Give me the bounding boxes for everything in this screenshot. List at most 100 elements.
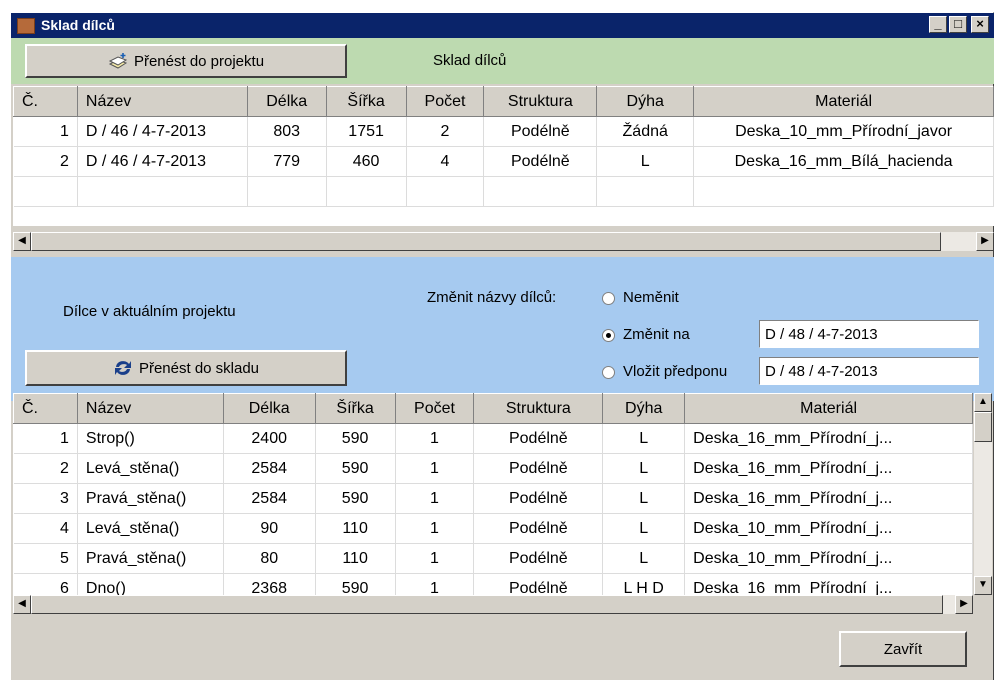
option-no-change-label[interactable]: Neměnit	[623, 289, 679, 306]
col-header-veneer[interactable]: Dýha	[602, 393, 686, 424]
cell: L	[596, 146, 695, 177]
scroll-right-icon[interactable]: ▶	[976, 232, 994, 251]
cell: Deska_16_mm_Přírodní_j...	[684, 453, 973, 484]
table-row[interactable]: 1 D / 46 / 4-7-2013 803 1751 2 Podélně Ž…	[13, 116, 994, 147]
cell: 1	[395, 483, 475, 514]
table-row[interactable]: 3 Pravá_stěna() 2584 590 1 Podélně L Des…	[13, 483, 973, 514]
col-header-name[interactable]: Název	[76, 393, 224, 424]
scroll-left-icon[interactable]: ◀	[13, 232, 31, 251]
cell: 2584	[223, 453, 316, 484]
scroll-thumb[interactable]	[31, 595, 943, 614]
cell: 4	[406, 146, 485, 177]
col-header-number[interactable]: Č.	[13, 393, 78, 424]
option-insert-prefix-label[interactable]: Vložit předponu	[623, 363, 727, 380]
col-header-structure[interactable]: Struktura	[473, 393, 604, 424]
parts-storage-window: Sklad dílců _ □ × Přenést do projektu Sk…	[10, 12, 994, 680]
col-header-width[interactable]: Šířka	[325, 86, 407, 117]
cell: 80	[223, 543, 316, 574]
option-change-to-label[interactable]: Změnit na	[623, 326, 690, 343]
radio-change-to[interactable]	[602, 329, 615, 342]
scroll-down-icon[interactable]: ▼	[974, 576, 992, 595]
maximize-button[interactable]: □	[949, 16, 967, 33]
transfer-arrows-icon	[114, 361, 131, 375]
cell: 803	[247, 116, 327, 147]
col-header-width[interactable]: Šířka	[314, 393, 396, 424]
cell: 1	[395, 513, 475, 544]
cell: 2	[13, 146, 78, 177]
papers-icon	[108, 53, 128, 69]
cell: Deska_10_mm_Přírodní_j...	[684, 543, 973, 574]
cell: Podélně	[473, 483, 604, 514]
horizontal-scrollbar[interactable]: ◀ ▶	[13, 232, 994, 251]
minimize-button[interactable]: _	[929, 16, 947, 33]
transfer-to-project-button[interactable]: Přenést do projektu	[25, 44, 347, 78]
cell: Podélně	[483, 116, 598, 147]
col-header-length[interactable]: Délka	[246, 86, 327, 117]
table-row-empty	[13, 176, 994, 207]
col-header-material[interactable]: Materiál	[684, 393, 973, 424]
table-row[interactable]: 6 Dno() 2368 590 1 Podélně L H D Deska_1…	[13, 573, 973, 595]
col-header-count[interactable]: Počet	[405, 86, 485, 117]
cell: 590	[315, 483, 396, 514]
cell: Podélně	[473, 423, 604, 454]
project-panel: Dílce v aktuálním projektu Změnit názvy …	[11, 257, 994, 401]
cell: 590	[315, 423, 396, 454]
table-row[interactable]: 2 D / 46 / 4-7-2013 779 460 4 Podélně L …	[13, 146, 994, 177]
table-row[interactable]: 4 Levá_stěna() 90 110 1 Podélně L Deska_…	[13, 513, 973, 544]
cell: 1	[395, 423, 475, 454]
radio-no-change[interactable]	[602, 292, 615, 305]
cell: 1	[13, 116, 78, 147]
close-window-button[interactable]: ×	[971, 16, 989, 33]
cell: 110	[315, 543, 396, 574]
close-button-label: Zavřít	[883, 640, 923, 658]
window-title: Sklad dílců	[41, 17, 115, 33]
cell: 2368	[223, 573, 316, 595]
cell: 110	[315, 513, 396, 544]
col-header-count[interactable]: Počet	[394, 393, 475, 424]
scroll-thumb[interactable]	[31, 232, 941, 251]
cell: Dno()	[77, 573, 224, 595]
rename-input[interactable]	[759, 320, 979, 348]
cell: 1	[395, 543, 475, 574]
cell: Deska_16_mm_Bílá_hacienda	[693, 146, 994, 177]
table-row[interactable]: 2 Levá_stěna() 2584 590 1 Podélně L Desk…	[13, 453, 973, 484]
storage-header: Přenést do projektu Sklad dílců	[11, 38, 994, 84]
cell: Pravá_stěna()	[77, 543, 224, 574]
table-header-row: Č. Název Délka Šířka Počet Struktura Dýh…	[13, 393, 973, 424]
cell: L H D	[602, 573, 686, 595]
horizontal-scrollbar[interactable]: ◀ ▶	[13, 595, 973, 614]
project-parts-table[interactable]: Č. Název Délka Šířka Počet Struktura Dýh…	[13, 393, 973, 595]
scroll-right-icon[interactable]: ▶	[955, 595, 973, 614]
app-icon	[17, 18, 35, 34]
cell: 3	[13, 483, 78, 514]
cell: L	[602, 453, 686, 484]
cell: Levá_stěna()	[77, 453, 224, 484]
cell: Podélně	[473, 573, 604, 595]
vertical-scrollbar[interactable]: ▲ ▼	[974, 393, 992, 595]
cell: Strop()	[77, 423, 224, 454]
table-header-row: Č. Název Délka Šířka Počet Struktura Dýh…	[13, 86, 994, 117]
storage-parts-table[interactable]: Č. Název Délka Šířka Počet Struktura Dýh…	[13, 86, 994, 226]
close-button[interactable]: Zavřít	[839, 631, 967, 667]
col-header-number[interactable]: Č.	[13, 86, 78, 117]
table-row[interactable]: 1 Strop() 2400 590 1 Podélně L Deska_16_…	[13, 423, 973, 454]
cell: 590	[315, 453, 396, 484]
col-header-veneer[interactable]: Dýha	[596, 86, 695, 117]
radio-insert-prefix[interactable]	[602, 366, 615, 379]
col-header-structure[interactable]: Struktura	[483, 86, 598, 117]
cell: 4	[13, 513, 78, 544]
transfer-to-storage-button[interactable]: Přenést do skladu	[25, 350, 347, 386]
prefix-input[interactable]	[759, 357, 979, 385]
scroll-up-icon[interactable]: ▲	[974, 393, 992, 412]
col-header-name[interactable]: Název	[76, 86, 248, 117]
col-header-material[interactable]: Materiál	[693, 86, 994, 117]
cell: L	[602, 543, 686, 574]
cell: 1751	[326, 116, 407, 147]
scroll-thumb[interactable]	[974, 412, 992, 442]
scroll-left-icon[interactable]: ◀	[13, 595, 31, 614]
col-header-length[interactable]: Délka	[222, 393, 316, 424]
title-bar[interactable]: Sklad dílců _ □ ×	[11, 13, 994, 38]
table-row[interactable]: 5 Pravá_stěna() 80 110 1 Podélně L Deska…	[13, 543, 973, 574]
cell: Deska_16_mm_Přírodní_j...	[684, 573, 973, 595]
transfer-to-storage-label: Přenést do skladu	[138, 359, 260, 377]
